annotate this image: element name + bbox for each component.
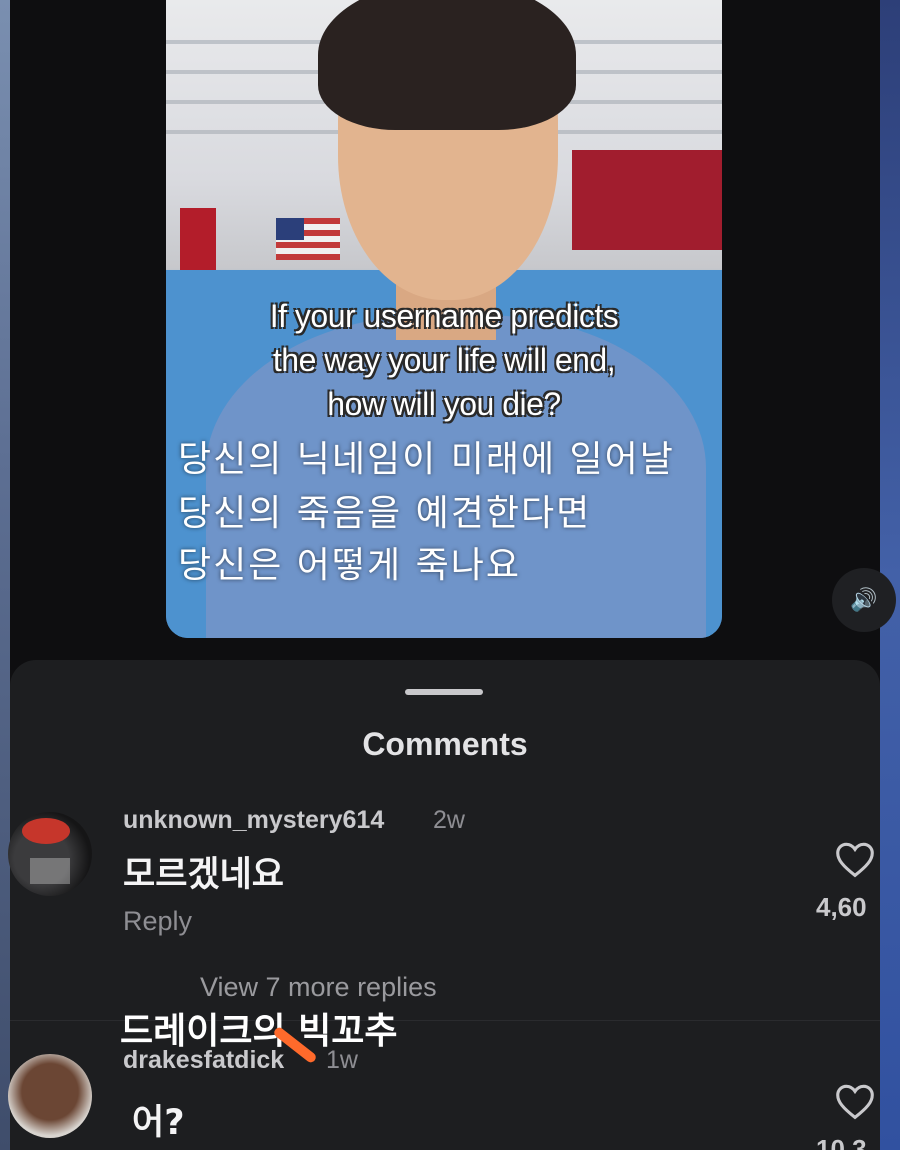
reply-button[interactable]: Reply [123,906,192,937]
left-edge [0,0,10,1150]
view-more-replies[interactable]: View 7 more replies [200,972,437,1003]
caption-ko-line: 당신의 닉네임이 미래에 일어날 [178,439,675,480]
avatar[interactable] [8,812,92,896]
heart-icon[interactable] [834,840,876,878]
comments-title: Comments [362,726,528,762]
comment-text: 모르겠네요 [123,855,285,895]
heart-icon[interactable] [834,1082,876,1120]
person-hair [318,0,576,130]
caption-en-line: the way your life will end, [272,342,616,378]
comment-time: 2w [433,806,465,834]
caption-ko-line: 당신의 죽음을 예견한다면 [178,493,592,534]
speaker-icon: 🔊 [850,587,878,613]
drag-handle[interactable] [405,689,483,695]
flag [276,218,340,260]
red-wall [572,150,722,250]
caption-en-line: how will you die? [327,386,561,422]
like-count: 4,60 [816,892,867,922]
screen: If your username predicts the way your l… [0,0,900,1150]
caption-ko-line: 당신은 어떻게 죽나요 [178,545,521,586]
comment-username[interactable]: unknown_mystery614 [123,806,384,835]
avatar[interactable] [8,1054,92,1138]
overlay-caption: 드레이크의 빅꼬추 [120,1011,398,1052]
caption-en-line: If your username predicts [269,298,619,334]
like-count: 10.3 [816,1134,867,1150]
sound-button[interactable]: 🔊 [832,568,896,632]
comment-text: 어? [132,1103,185,1143]
